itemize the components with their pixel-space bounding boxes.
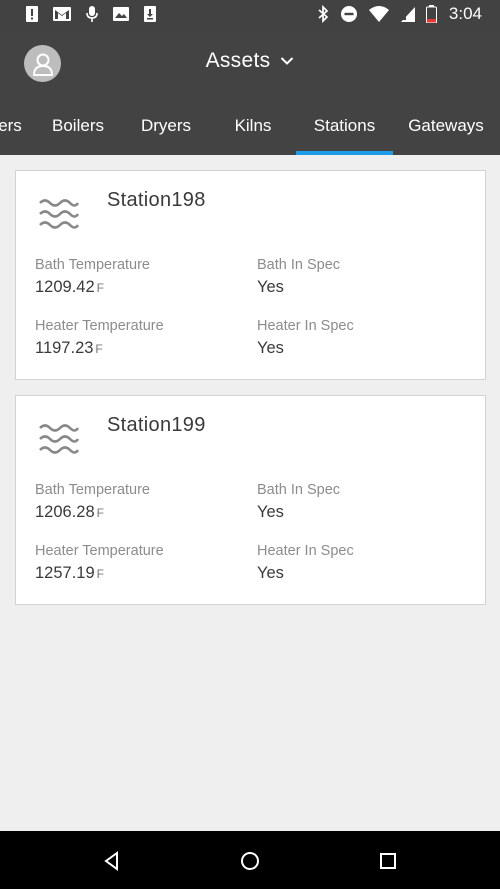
unit-label: F [96,567,104,581]
waves-icon [39,199,80,229]
tab-label: Boilers [52,116,104,135]
field-label: Bath Temperature [35,482,150,498]
field-label: Bath Temperature [35,257,150,273]
system-nav-bar [0,831,500,889]
app-bar: Assets ers Boilers Dryers Kilns Stations… [0,31,500,155]
download-icon [144,6,156,22]
unit-label: F [96,506,104,520]
heater-temperature-value: 1197.23 [35,339,94,357]
bath-temperature-value: 1209.42 [35,278,95,296]
asset-tabs: ers Boilers Dryers Kilns Stations Gatewa… [0,109,500,155]
image-icon [113,7,129,21]
bluetooth-icon [318,5,329,23]
status-time: 3:04 [448,4,482,23]
bath-temperature-field: Bath Temperature 1206.28 F [35,482,150,522]
tab-boilers[interactable]: Boilers [36,109,120,155]
tab-dryers[interactable]: Dryers [124,109,208,155]
battery-icon [425,5,437,23]
heater-temperature-field: Heater Temperature 1197.23 F [35,318,164,358]
recents-icon[interactable] [377,850,399,872]
heater-in-spec-field: Heater In Spec Yes [257,318,354,358]
wifi-icon [368,6,389,22]
station-card[interactable]: Station198 Bath Temperature 1209.42 F Bat… [15,170,486,380]
field-label: Heater Temperature [35,543,164,559]
gmail-icon [53,7,71,21]
bath-in-spec-value: Yes [257,503,284,521]
bath-temperature-field: Bath Temperature 1209.42 F [35,257,150,297]
field-label: Bath In Spec [257,482,341,498]
asset-type-dropdown[interactable]: Assets [0,49,500,73]
station-card[interactable]: Station199 Bath Temperature 1206.28 F Bat… [15,395,486,605]
unit-label: F [95,342,103,356]
tab-ers[interactable]: ers [0,109,25,155]
field-label: Heater In Spec [257,543,354,559]
field-value: 1257.19 F [35,564,164,583]
unit-label: F [96,281,104,295]
system-icons: 3:04 [316,4,482,24]
waves-icon [39,424,80,454]
tab-stations[interactable]: Stations [296,109,393,155]
field-value: 1197.23 F [35,339,164,358]
heater-temperature-field: Heater Temperature 1257.19 F [35,543,164,583]
tab-label: ers [0,116,22,135]
bath-temperature-value: 1206.28 [35,503,95,521]
tab-label: Stations [313,116,376,135]
status-bar: 3:04 [0,0,500,31]
station-name: Station199 [107,414,206,436]
heater-temperature-value: 1257.19 [35,564,95,582]
tab-kilns[interactable]: Kilns [212,109,294,155]
heater-in-spec-value: Yes [257,564,284,582]
microphone-icon [86,6,98,22]
field-value: 1206.28 F [35,503,150,522]
page-title: Assets [205,49,271,72]
signal-icon [400,7,415,22]
bath-in-spec-field: Bath In Spec Yes [257,257,340,297]
tab-gateways[interactable]: Gateways [400,109,492,155]
heater-in-spec-value: Yes [257,339,284,357]
back-icon[interactable] [101,850,123,872]
bath-in-spec-field: Bath In Spec Yes [257,482,340,522]
tab-label: Dryers [140,116,192,135]
field-label: Heater Temperature [35,318,164,334]
alert-icon [26,6,38,22]
field-label: Bath In Spec [257,257,341,273]
notification-icons [24,5,158,23]
field-value: 1209.42 F [35,278,150,297]
tab-label: Gateways [408,116,484,135]
home-icon[interactable] [239,850,261,872]
bath-in-spec-value: Yes [257,278,284,296]
heater-in-spec-field: Heater In Spec Yes [257,543,354,583]
tab-label: Kilns [234,116,272,135]
tab-selected-indicator [296,151,393,155]
field-label: Heater In Spec [257,318,354,334]
station-name: Station198 [107,189,206,211]
do-not-disturb-icon [340,6,357,22]
chevron-down-icon [281,57,294,65]
